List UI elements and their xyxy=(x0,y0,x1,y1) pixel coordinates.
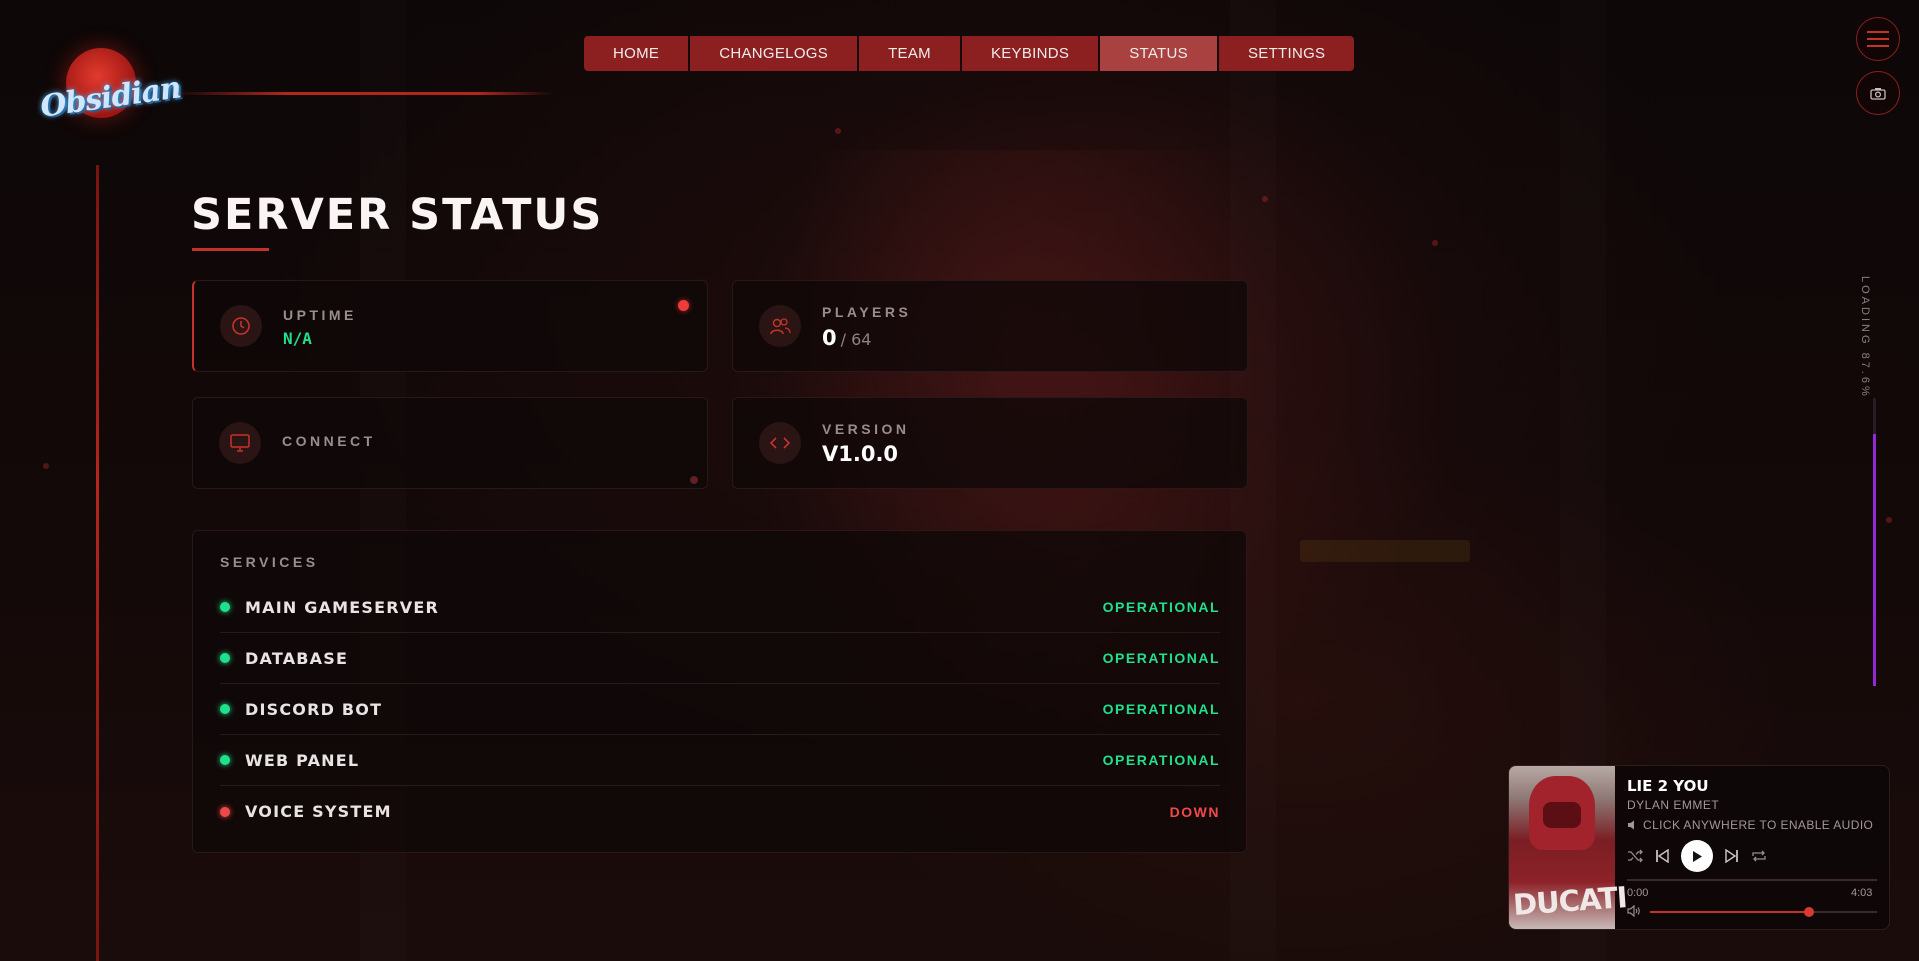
service-name: DATABASE xyxy=(245,648,349,668)
main-nav: HOME CHANGELOGS TEAM KEYBINDS STATUS SET… xyxy=(584,36,1355,71)
cover-face xyxy=(1543,802,1581,828)
loading-bar xyxy=(1873,398,1876,686)
header-divider xyxy=(173,92,553,95)
connect-dot xyxy=(690,476,698,484)
cover-text: DUCATI xyxy=(1511,880,1628,922)
players-max: / 64 xyxy=(840,330,872,349)
users-icon xyxy=(759,305,801,347)
song-artist: DYLAN EMMET xyxy=(1627,798,1720,812)
players-count: 0 xyxy=(822,326,837,350)
nav-keybinds[interactable]: KEYBINDS xyxy=(961,36,1099,71)
service-status-dot xyxy=(220,653,230,663)
services-panel: SERVICES MAIN GAMESERVER OPERATIONAL DATAB… xyxy=(192,530,1247,853)
service-status: OPERATIONAL xyxy=(1102,599,1220,615)
players-label: PLAYERS xyxy=(822,304,912,320)
service-status-dot xyxy=(220,755,230,765)
album-cover: DUCATI xyxy=(1509,766,1628,929)
players-card: PLAYERS 0/ 64 xyxy=(732,280,1248,372)
skip-forward-icon xyxy=(1725,849,1738,863)
player-controls xyxy=(1627,840,1767,872)
service-status-dot xyxy=(220,704,230,714)
volume-slider[interactable] xyxy=(1650,907,1877,917)
version-card: VERSION V1.0.0 xyxy=(732,397,1248,489)
skip-back-icon xyxy=(1656,849,1669,863)
version-label: VERSION xyxy=(822,421,910,437)
service-name: DISCORD BOT xyxy=(245,699,383,719)
service-status-dot xyxy=(220,602,230,612)
service-status: OPERATIONAL xyxy=(1102,752,1220,768)
volume-fill xyxy=(1650,911,1809,913)
code-icon xyxy=(759,422,801,464)
nav-team[interactable]: TEAM xyxy=(859,36,960,71)
service-status: DOWN xyxy=(1169,803,1220,820)
previous-button[interactable] xyxy=(1655,849,1669,863)
hamburger-icon xyxy=(1867,31,1889,47)
clock-icon xyxy=(220,305,262,347)
connect-label: CONNECT xyxy=(282,433,376,449)
background-dot xyxy=(835,128,841,134)
nav-changelogs[interactable]: CHANGELOGS xyxy=(690,36,858,71)
repeat-button[interactable] xyxy=(1751,849,1767,863)
service-name: VOICE SYSTEM xyxy=(245,802,392,821)
music-player[interactable]: DUCATI LIE 2 YOU DYLAN EMMET CLICK ANYWH… xyxy=(1508,765,1890,930)
service-name: MAIN GAMESERVER xyxy=(245,597,439,617)
background-dot xyxy=(1886,517,1892,523)
service-status: OPERATIONAL xyxy=(1102,701,1220,717)
services-title: SERVICES xyxy=(220,554,319,570)
version-value: V1.0.0 xyxy=(822,442,899,466)
background-dot xyxy=(43,463,49,469)
connect-card[interactable]: CONNECT xyxy=(192,397,708,489)
uptime-value: N/A xyxy=(283,329,312,348)
service-row: WEB PANEL OPERATIONAL xyxy=(220,735,1220,786)
background-dot xyxy=(1262,196,1268,202)
players-value: 0/ 64 xyxy=(822,326,871,350)
shuffle-icon xyxy=(1628,849,1643,863)
current-time: 0:00 xyxy=(1627,887,1649,899)
nav-settings[interactable]: SETTINGS xyxy=(1218,36,1355,71)
total-time: 4:03 xyxy=(1851,887,1873,899)
menu-button[interactable] xyxy=(1856,17,1900,61)
audio-hint[interactable]: CLICK ANYWHERE TO ENABLE AUDIO xyxy=(1627,818,1873,832)
volume-icon[interactable] xyxy=(1627,905,1641,917)
repeat-icon xyxy=(1752,850,1766,862)
play-button[interactable] xyxy=(1681,840,1713,872)
loading-label: LOADING 87.6% xyxy=(1859,276,1871,399)
nav-home[interactable]: HOME xyxy=(584,36,689,71)
background-dot xyxy=(1432,240,1438,246)
volume-knob[interactable] xyxy=(1803,907,1814,917)
monitor-icon xyxy=(219,422,261,464)
sidebar-line xyxy=(96,165,99,961)
background-sign xyxy=(1300,540,1470,562)
service-row: DATABASE OPERATIONAL xyxy=(220,633,1220,684)
screenshot-button[interactable] xyxy=(1856,71,1900,115)
service-status-dot xyxy=(220,806,230,817)
audio-hint-text: CLICK ANYWHERE TO ENABLE AUDIO xyxy=(1643,818,1874,832)
service-name: WEB PANEL xyxy=(245,750,360,770)
next-button[interactable] xyxy=(1725,849,1739,863)
shuffle-button[interactable] xyxy=(1627,849,1643,863)
camera-icon xyxy=(1870,87,1886,100)
uptime-card: UPTIME N/A xyxy=(192,280,708,372)
offline-indicator xyxy=(678,300,689,311)
title-underline xyxy=(192,248,269,251)
track-progress-bar[interactable] xyxy=(1627,879,1877,881)
page-title: SERVER STATUS xyxy=(191,190,604,240)
speaker-icon xyxy=(1628,820,1634,830)
service-row: VOICE SYSTEM DOWN xyxy=(220,786,1220,837)
service-status: OPERATIONAL xyxy=(1102,650,1220,666)
service-row: MAIN GAMESERVER OPERATIONAL xyxy=(220,582,1220,633)
play-icon xyxy=(1693,850,1702,862)
nav-status[interactable]: STATUS xyxy=(1100,36,1217,71)
service-row: DISCORD BOT OPERATIONAL xyxy=(220,684,1220,735)
song-title: LIE 2 YOU xyxy=(1627,777,1709,795)
loading-bar-fill xyxy=(1873,433,1876,686)
uptime-label: UPTIME xyxy=(283,307,357,323)
site-logo[interactable]: Obsidian xyxy=(36,44,183,138)
